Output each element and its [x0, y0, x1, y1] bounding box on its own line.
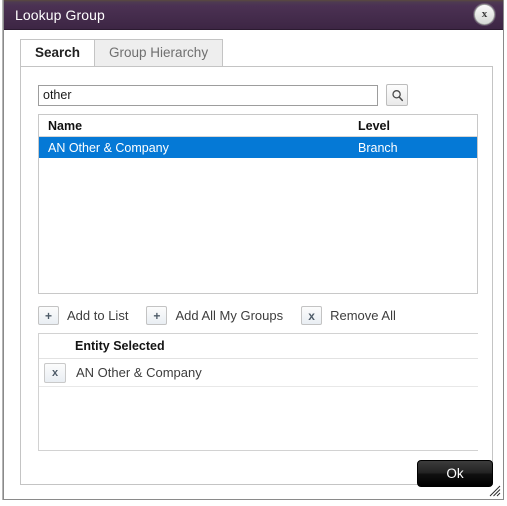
cell-name: AN Other & Company [48, 140, 169, 155]
cell-level: Branch [358, 140, 398, 155]
search-row [38, 84, 408, 106]
search-icon [391, 89, 403, 101]
ok-button[interactable]: Ok [417, 460, 493, 487]
tab-group-hierarchy[interactable]: Group Hierarchy [94, 39, 224, 66]
dialog-titlebar[interactable]: Lookup Group x [4, 0, 503, 30]
search-tab-panel: Name Level AN Other & Company Branch + A… [20, 66, 493, 485]
close-icon: x [481, 8, 488, 20]
tab-group-hierarchy-label: Group Hierarchy [109, 45, 209, 60]
close-button[interactable]: x [474, 4, 495, 25]
remove-all-label: Remove All [330, 308, 396, 323]
tabstrip: Search Group Hierarchy [20, 39, 224, 66]
add-to-list-label: Add to List [67, 308, 129, 323]
action-button-row: + Add to List + Add All My Groups x Remo… [38, 306, 396, 325]
remove-all-button[interactable]: x Remove All [301, 306, 396, 325]
column-header-level: Level [358, 118, 390, 133]
add-to-list-button[interactable]: + Add to List [38, 306, 128, 325]
add-all-my-groups-button[interactable]: + Add All My Groups [146, 306, 283, 325]
plus-icon: + [38, 306, 59, 325]
dialog-body: Search Group Hierarchy N [4, 30, 503, 499]
table-row[interactable]: AN Other & Company Branch [39, 137, 477, 158]
resize-grip-icon[interactable] [488, 484, 501, 497]
search-button[interactable] [386, 84, 408, 106]
list-item: x AN Other & Company [39, 359, 478, 387]
tab-search-label: Search [35, 45, 81, 60]
results-header-row: Name Level [39, 115, 477, 137]
entity-selected-header-label: Entity Selected [75, 339, 165, 353]
dialog-title: Lookup Group [15, 6, 105, 23]
x-icon: x [301, 306, 323, 325]
tab-search[interactable]: Search [20, 39, 96, 66]
column-header-name: Name [48, 118, 83, 133]
lookup-group-dialog: Lookup Group x Search Group Hierarchy ot… [3, 0, 504, 500]
add-all-my-groups-label: Add All My Groups [175, 308, 284, 323]
dialog-footer: Ok [4, 455, 503, 499]
window-bottom-edge [0, 500, 507, 506]
remove-entity-button[interactable]: x [44, 362, 66, 383]
entity-name-label: AN Other & Company [76, 365, 202, 380]
plus-icon: + [146, 306, 168, 325]
entity-selected-header: Entity Selected [39, 334, 478, 359]
search-input[interactable] [38, 84, 378, 106]
results-grid: Name Level AN Other & Company Branch [38, 114, 478, 294]
entity-selected-panel: Entity Selected x AN Other & Company [38, 333, 478, 451]
